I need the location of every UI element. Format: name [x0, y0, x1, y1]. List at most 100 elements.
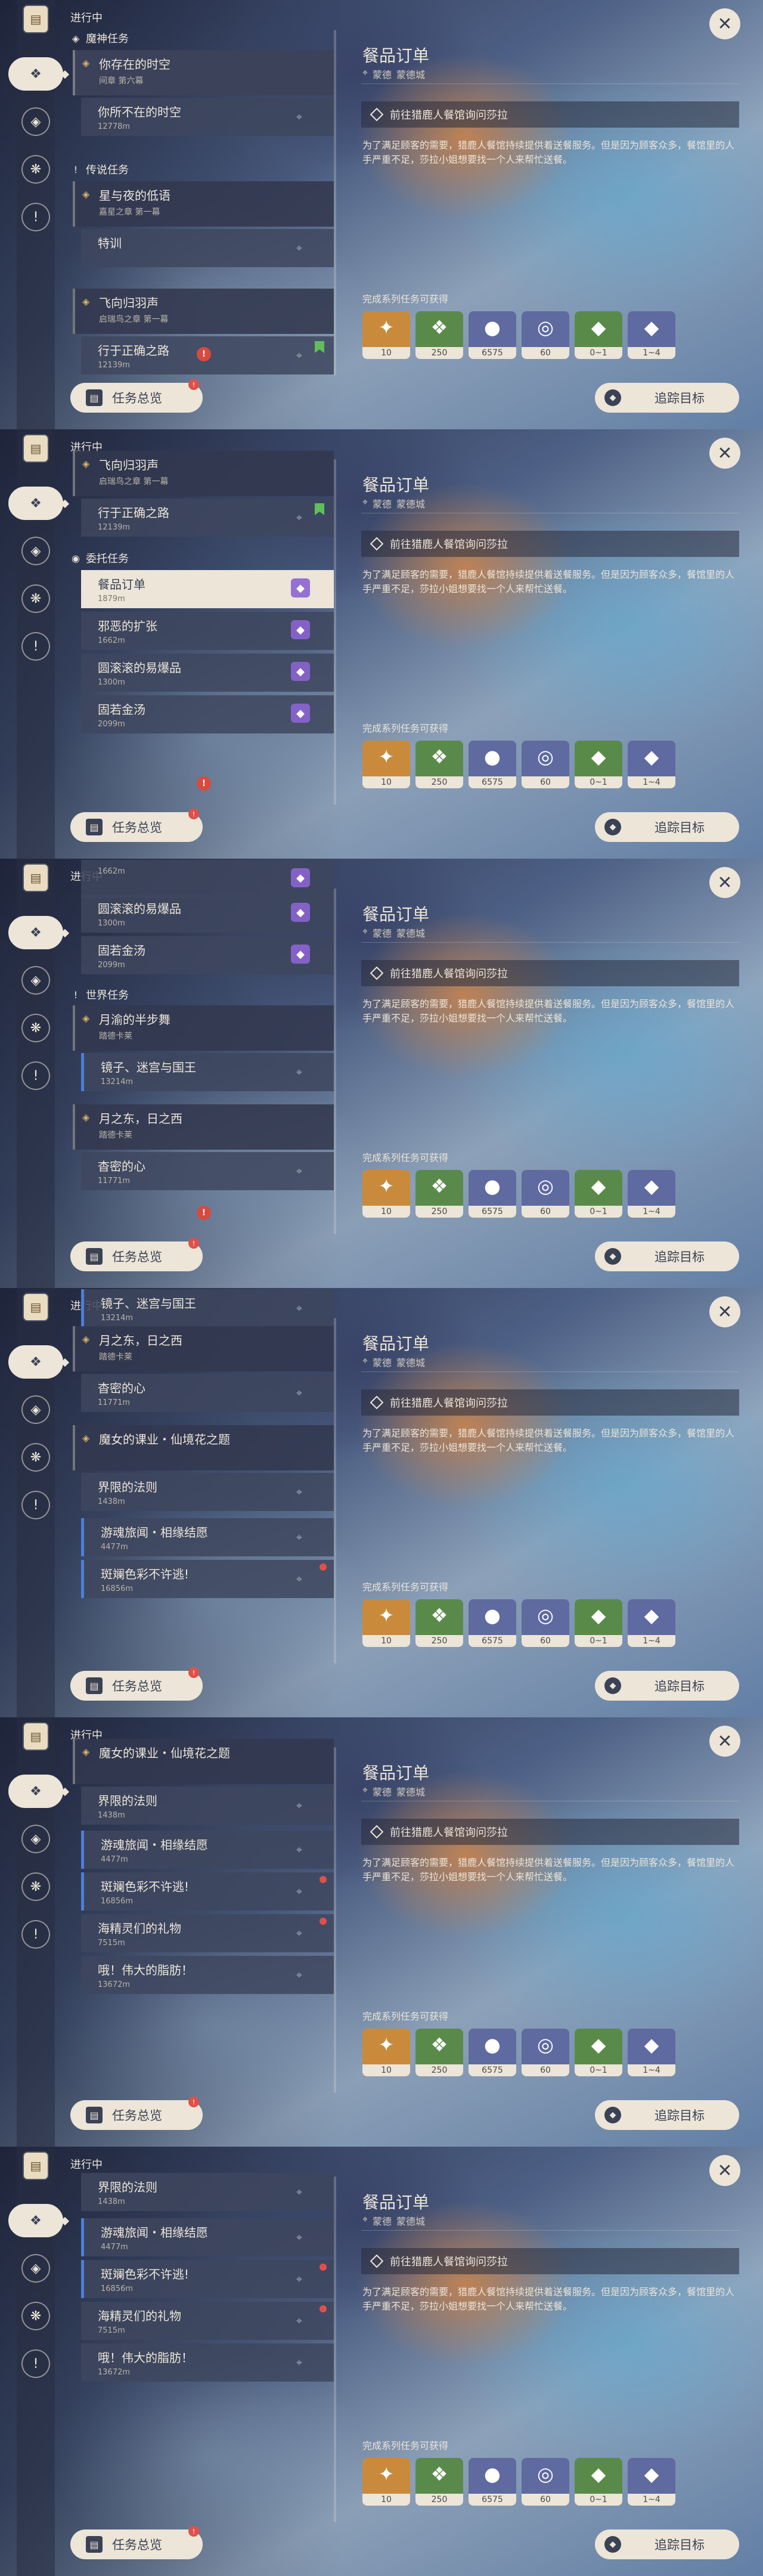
- reward-item[interactable]: ❖ 250: [415, 1170, 463, 1218]
- commission-filter-icon[interactable]: ❋: [21, 1872, 50, 1901]
- quest-item[interactable]: 固若金汤 2099m ◆: [81, 695, 334, 733]
- quest-overview-button[interactable]: ▤ 任务总览!: [70, 1667, 203, 1701]
- commission-filter-icon[interactable]: ❋: [21, 155, 50, 184]
- quest-series-item[interactable]: ◈ 飞向归羽声 启瑞鸟之章 第一幕: [73, 451, 334, 496]
- list-scrollbar[interactable]: [334, 888, 336, 1234]
- quest-book-icon[interactable]: ▤: [24, 2153, 48, 2179]
- track-target-button[interactable]: ◆ 追踪目标: [595, 383, 739, 413]
- location-pin-icon[interactable]: ⌖: [291, 1300, 308, 1317]
- archon-quest-filter-icon[interactable]: ◈: [21, 1825, 50, 1853]
- archon-quest-filter-icon[interactable]: ◈: [21, 2254, 50, 2283]
- quest-overview-button[interactable]: ▤ 任务总览!: [70, 2097, 203, 2130]
- quest-overview-button[interactable]: ▤ 任务总览!: [70, 809, 203, 842]
- quest-item[interactable]: 1662m ◆: [81, 860, 334, 898]
- quest-item[interactable]: 镜子、迷宫与国王 13214m ⌖: [81, 1289, 334, 1327]
- archon-quest-filter-icon[interactable]: ◈: [21, 537, 50, 565]
- reward-item[interactable]: ◎ 60: [522, 2029, 569, 2076]
- quest-book-icon[interactable]: ▤: [24, 865, 48, 891]
- location-pin-icon[interactable]: ⌖: [291, 1529, 308, 1546]
- quest-book-icon[interactable]: ▤: [24, 435, 48, 462]
- reward-item[interactable]: ◆ 0~1: [575, 741, 622, 788]
- reward-item[interactable]: ◎ 60: [522, 1170, 569, 1218]
- quest-overview-button[interactable]: ▤ 任务总览!: [70, 2526, 203, 2559]
- location-pin-icon[interactable]: ⌖: [291, 2354, 308, 2371]
- reward-item[interactable]: ◆ 1~4: [628, 311, 675, 359]
- quest-series-item[interactable]: ◈ 飞向归羽声 启瑞鸟之章 第一幕: [73, 289, 334, 334]
- world-quest-filter-icon[interactable]: !: [21, 203, 50, 231]
- close-icon[interactable]: ✕: [709, 1726, 740, 1757]
- reward-item[interactable]: ◆ 1~4: [628, 741, 675, 788]
- quest-item[interactable]: 固若金汤 2099m ◆: [81, 936, 334, 974]
- quest-series-item[interactable]: ◈ 星与夜的低语 嘉星之章 第一幕: [73, 181, 334, 227]
- reward-item[interactable]: ◎ 60: [522, 2458, 569, 2506]
- reward-item[interactable]: ✦ 10: [362, 1170, 410, 1218]
- location-pin-icon[interactable]: ⌖: [291, 240, 308, 256]
- location-pin-icon[interactable]: ⌖: [291, 1967, 308, 1983]
- quest-book-icon[interactable]: ▤: [24, 6, 48, 32]
- reward-item[interactable]: ● 6575: [469, 2458, 516, 2506]
- quest-item[interactable]: 斑斓色彩不许逃! 16856m ⌖: [81, 1560, 334, 1598]
- track-target-button[interactable]: ◆ 追踪目标: [595, 812, 739, 842]
- quest-item[interactable]: 餐品订单 1879m ◆: [81, 570, 334, 608]
- reward-item[interactable]: ◎ 60: [522, 1599, 569, 1647]
- world-quest-filter-icon[interactable]: !: [21, 2349, 50, 2378]
- quest-item[interactable]: 圆滚滚的易爆品 1300m ◆: [81, 654, 334, 692]
- quest-item[interactable]: 海精灵们的礼物 7515m ⌖: [81, 1914, 334, 1952]
- archon-quest-filter-icon[interactable]: ◈: [21, 1395, 50, 1424]
- reward-item[interactable]: ◆ 1~4: [628, 2458, 675, 2506]
- reward-item[interactable]: ◆ 0~1: [575, 1170, 622, 1218]
- reward-item[interactable]: ◆ 0~1: [575, 2029, 622, 2076]
- location-pin-icon[interactable]: ⌖: [291, 1883, 308, 1900]
- location-pin-icon[interactable]: ⌖: [291, 1841, 308, 1858]
- commission-filter-icon[interactable]: ❋: [21, 1014, 50, 1042]
- reward-item[interactable]: ❖ 250: [415, 741, 463, 788]
- location-pin-icon[interactable]: ⌖: [291, 509, 308, 526]
- quest-book-icon[interactable]: ▤: [24, 1294, 48, 1320]
- quest-overview-button[interactable]: ▤ 任务总览!: [70, 379, 203, 413]
- reward-item[interactable]: ◆ 1~4: [628, 1170, 675, 1218]
- all-quests-icon[interactable]: ❖: [8, 2204, 63, 2237]
- quest-item[interactable]: 杳密的心 11771m ⌖: [81, 1152, 334, 1190]
- close-icon[interactable]: ✕: [709, 8, 740, 39]
- location-pin-icon[interactable]: ⌖: [291, 2184, 308, 2200]
- quest-item[interactable]: 界限的法则 1438m ⌖: [81, 1473, 334, 1511]
- quest-series-item[interactable]: ◈ 月渝的半步舞 踏德卡莱: [73, 1005, 334, 1051]
- reward-item[interactable]: ◎ 60: [522, 311, 569, 359]
- reward-item[interactable]: ● 6575: [469, 311, 516, 359]
- world-quest-filter-icon[interactable]: !: [21, 1061, 50, 1090]
- reward-item[interactable]: ● 6575: [469, 1170, 516, 1218]
- track-target-button[interactable]: ◆ 追踪目标: [595, 1241, 739, 1271]
- list-scrollbar[interactable]: [334, 2176, 336, 2522]
- close-icon[interactable]: ✕: [709, 438, 740, 469]
- quest-series-item[interactable]: ◈ 魔女的课业・仙境花之题: [73, 1739, 334, 1784]
- reward-item[interactable]: ✦ 10: [362, 2458, 410, 2506]
- reward-item[interactable]: ◆ 0~1: [575, 311, 622, 359]
- location-pin-icon[interactable]: ⌖: [291, 1571, 308, 1587]
- quest-overview-button[interactable]: ▤ 任务总览!: [70, 1238, 203, 1271]
- list-scrollbar[interactable]: [334, 459, 336, 805]
- archon-quest-filter-icon[interactable]: ◈: [21, 107, 50, 136]
- reward-item[interactable]: ✦ 10: [362, 741, 410, 788]
- reward-item[interactable]: ◆ 0~1: [575, 1599, 622, 1647]
- quest-item[interactable]: 游魂旅闻・相缘结愿 4477m ⌖: [81, 1831, 334, 1869]
- track-target-button[interactable]: ◆ 追踪目标: [595, 2100, 739, 2130]
- location-pin-icon[interactable]: ⌖: [291, 1064, 308, 1080]
- reward-item[interactable]: ❖ 250: [415, 1599, 463, 1647]
- location-pin-icon[interactable]: ⌖: [291, 347, 308, 364]
- location-pin-icon[interactable]: ⌖: [291, 1163, 308, 1179]
- reward-item[interactable]: ◆ 1~4: [628, 1599, 675, 1647]
- reward-item[interactable]: ❖ 250: [415, 2029, 463, 2076]
- location-pin-icon[interactable]: ⌖: [291, 2312, 308, 2329]
- quest-item[interactable]: 哦！伟大的脂肪！ 13672m ⌖: [81, 2343, 334, 2382]
- quest-item[interactable]: 界限的法则 1438m ⌖: [81, 1787, 334, 1825]
- commission-filter-icon[interactable]: ❋: [21, 1443, 50, 1472]
- quest-item[interactable]: 镜子、迷宫与国王 13214m ⌖: [81, 1053, 334, 1091]
- quest-item[interactable]: 杳密的心 11771m ⌖: [81, 1374, 334, 1412]
- reward-item[interactable]: ● 6575: [469, 1599, 516, 1647]
- reward-item[interactable]: ● 6575: [469, 741, 516, 788]
- close-icon[interactable]: ✕: [709, 867, 740, 898]
- reward-item[interactable]: ✦ 10: [362, 1599, 410, 1647]
- list-scrollbar[interactable]: [334, 30, 336, 376]
- list-scrollbar[interactable]: [334, 1747, 336, 2093]
- quest-item[interactable]: 游魂旅闻・相缘结愿 4477m ⌖: [81, 1518, 334, 1556]
